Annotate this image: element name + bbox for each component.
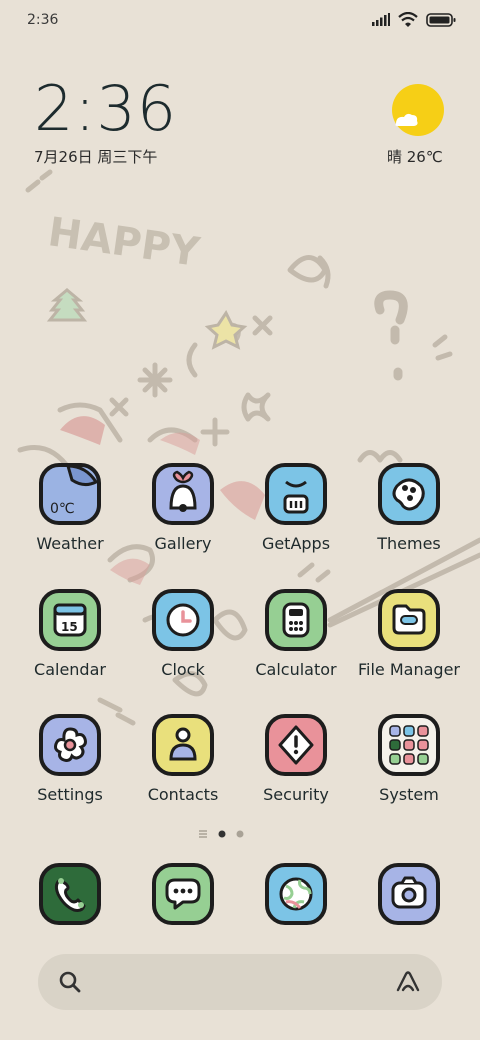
feed-page-icon[interactable] (199, 830, 208, 838)
contacts-app-icon (152, 714, 214, 776)
weather-widget-text: 晴 26℃ (387, 148, 443, 166)
app-label: Settings (37, 785, 103, 804)
wifi-icon (398, 12, 418, 27)
page-indicator[interactable] (199, 830, 244, 838)
app-label: Calendar (34, 660, 106, 679)
app-label: Contacts (147, 785, 219, 804)
app-label: System (379, 785, 439, 804)
dock-messages[interactable] (128, 862, 238, 930)
svg-text:15: 15 (61, 620, 78, 634)
svg-text:HAPPY: HAPPY (45, 209, 203, 276)
phone-app-icon (39, 863, 101, 925)
app-label: Calculator (255, 660, 337, 679)
getapps-app-icon (265, 463, 327, 525)
app-label: Weather (36, 534, 104, 553)
calculator-app-icon (265, 589, 327, 651)
status-bar: 2:36 (0, 0, 480, 42)
app-clock[interactable]: Clock (128, 588, 238, 679)
clock-widget-date: 7月26日 周三下午 (34, 148, 158, 166)
assistant-icon[interactable] (394, 968, 422, 996)
app-label: Themes (377, 534, 441, 553)
signal-icon (372, 13, 390, 26)
camera-app-icon (378, 863, 440, 925)
dock-phone[interactable] (15, 862, 125, 930)
app-calculator[interactable]: Calculator (241, 588, 351, 679)
dock-browser[interactable] (241, 862, 351, 930)
app-settings[interactable]: Settings (15, 713, 125, 804)
weather-app-icon: 0℃ (39, 463, 101, 525)
app-contacts[interactable]: Contacts (128, 713, 238, 804)
themes-app-icon (378, 463, 440, 525)
app-label: GetApps (261, 534, 331, 553)
app-calendar[interactable]: 15 Calendar (15, 588, 125, 679)
system-folder-icon (378, 714, 440, 776)
app-themes[interactable]: Themes (354, 462, 464, 553)
folder-system[interactable]: System (354, 713, 464, 804)
gallery-app-icon (152, 463, 214, 525)
page-dot[interactable] (236, 830, 244, 838)
app-label: Security (263, 785, 329, 804)
app-file-manager[interactable]: File Manager (354, 588, 464, 679)
svg-text:0℃: 0℃ (50, 501, 75, 517)
file-manager-app-icon (378, 589, 440, 651)
browser-app-icon (265, 863, 327, 925)
page-dot-active[interactable] (218, 830, 226, 838)
sunny-weather-icon[interactable] (390, 84, 444, 138)
app-weather[interactable]: 0℃ Weather (15, 462, 125, 553)
app-gallery[interactable]: Gallery (128, 462, 238, 553)
messages-app-icon (152, 863, 214, 925)
app-getapps[interactable]: GetApps (241, 462, 351, 553)
app-label: Gallery (154, 534, 212, 553)
battery-icon (426, 12, 456, 27)
security-app-icon (265, 714, 327, 776)
calendar-app-icon: 15 (39, 589, 101, 651)
app-label: Clock (161, 660, 205, 679)
search-bar[interactable] (38, 954, 442, 1010)
status-time: 2:36 (27, 12, 59, 28)
app-security[interactable]: Security (241, 713, 351, 804)
settings-app-icon (39, 714, 101, 776)
search-icon (59, 971, 81, 993)
app-label: File Manager (358, 660, 460, 679)
clock-widget-time[interactable]: 2:36 (34, 78, 177, 140)
clock-app-icon (152, 589, 214, 651)
dock-camera[interactable] (354, 862, 464, 930)
